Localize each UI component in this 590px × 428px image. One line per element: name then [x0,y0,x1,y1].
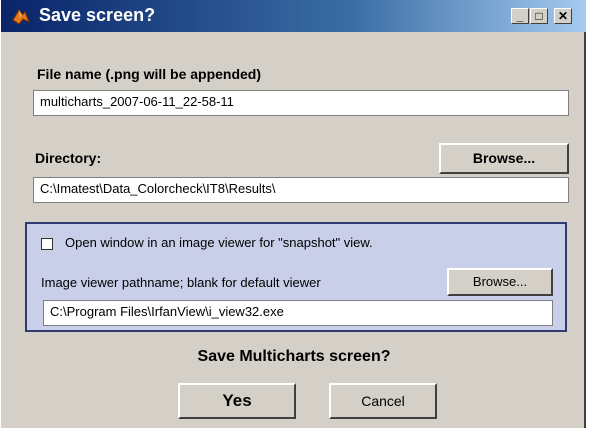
maximize-button[interactable]: □ [530,8,548,24]
title-bar[interactable]: Save screen? _ □ ✕ [1,0,586,32]
maximize-icon: □ [535,9,543,23]
viewer-browse-button[interactable]: Browse... [447,268,553,296]
open-viewer-checkbox-label: Open window in an image viewer for "snap… [65,235,373,250]
file-name-input[interactable]: multicharts_2007-06-11_22-58-11 [33,90,569,116]
minimize-icon: _ [516,9,524,23]
directory-input[interactable]: C:\Imatest\Data_Colorcheck\IT8\Results\ [33,177,569,203]
cancel-button[interactable]: Cancel [329,383,437,419]
yes-button[interactable]: Yes [178,383,296,419]
save-screen-dialog: Save screen? _ □ ✕ File name (.png will … [0,0,586,428]
open-viewer-checkbox[interactable] [41,238,53,250]
file-name-label: File name (.png will be appended) [37,66,262,82]
matlab-icon [12,9,30,25]
image-viewer-panel: Open window in an image viewer for "snap… [25,222,567,332]
minimize-button[interactable]: _ [511,8,529,24]
viewer-pathname-label: Image viewer pathname; blank for default… [41,275,321,290]
close-button[interactable]: ✕ [554,8,572,24]
save-prompt: Save Multicharts screen? [197,348,391,365]
window-title: Save screen? [39,5,156,25]
directory-label: Directory: [35,150,102,166]
viewer-pathname-input[interactable]: C:\Program Files\IrfanView\i_view32.exe [43,300,553,326]
close-icon: ✕ [557,9,569,23]
directory-browse-button[interactable]: Browse... [439,143,569,174]
